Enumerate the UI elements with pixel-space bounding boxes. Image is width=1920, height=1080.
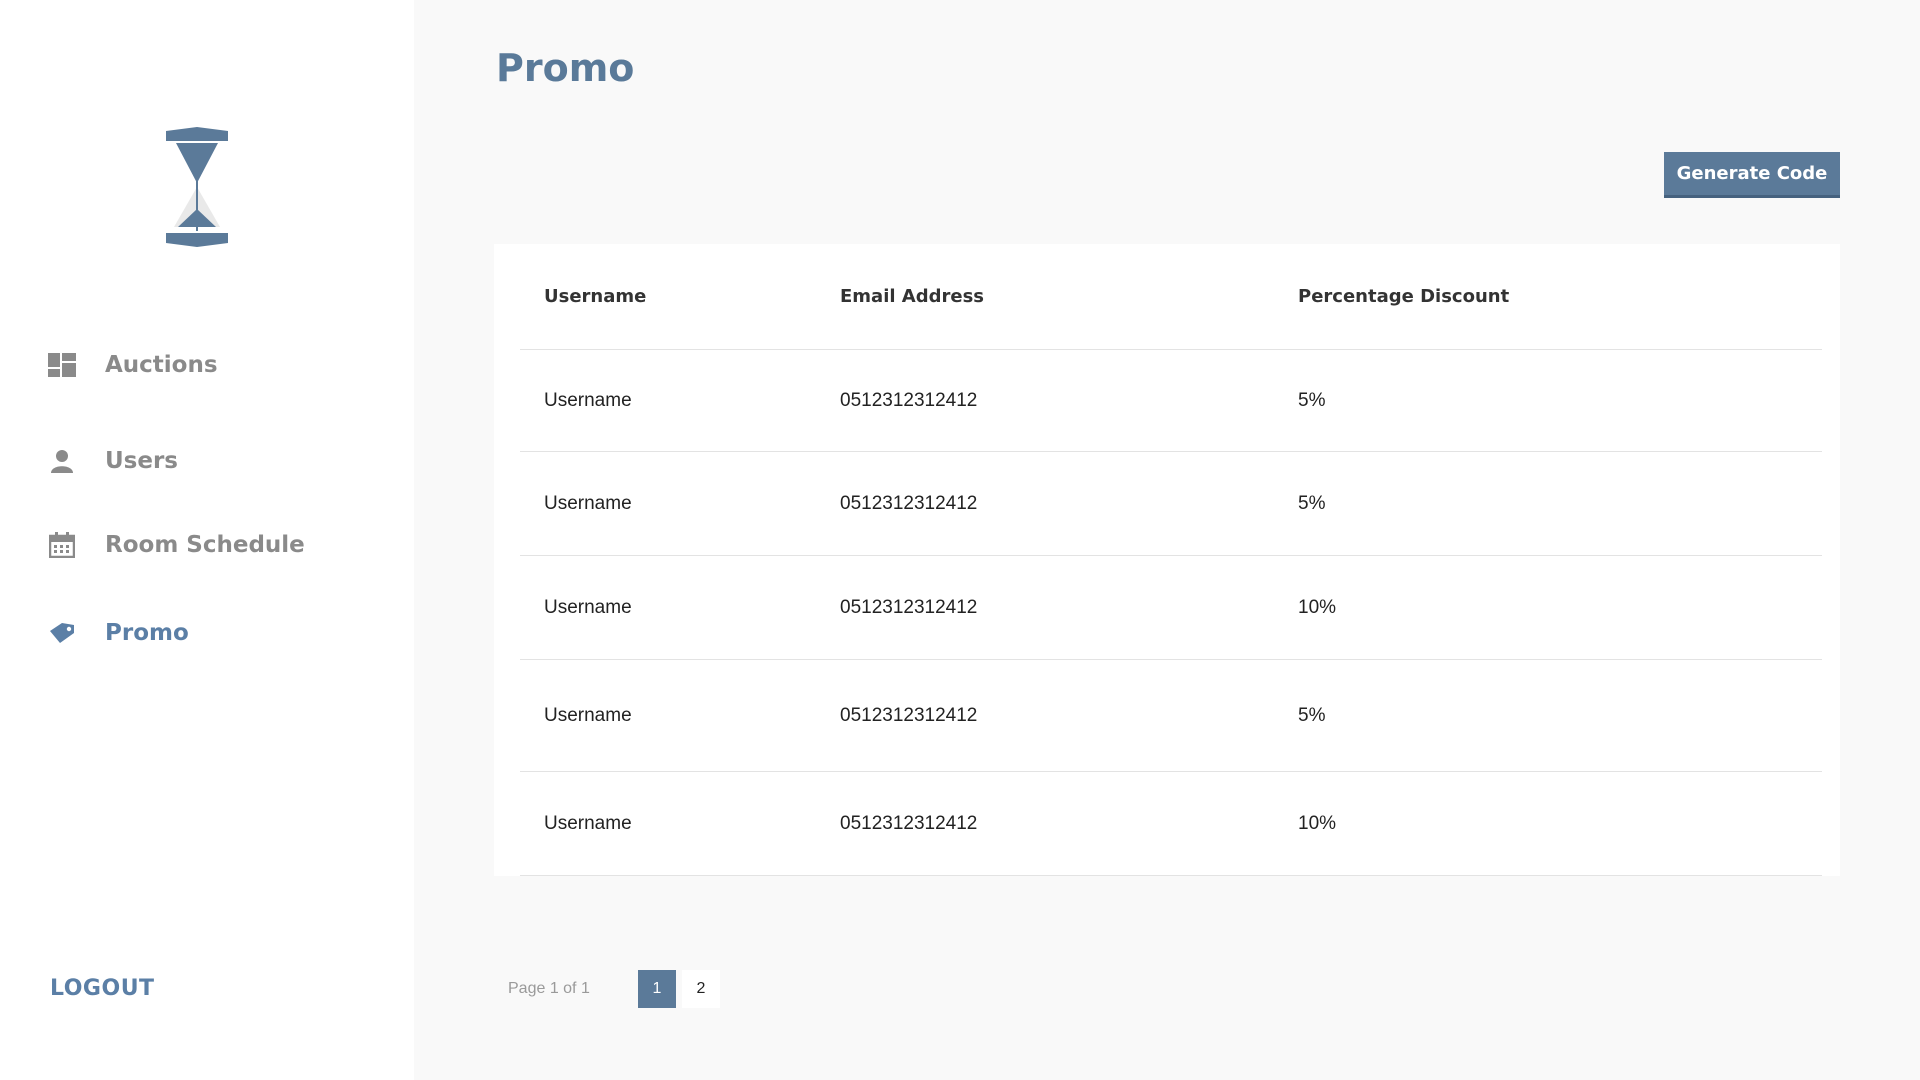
table-row[interactable]: Username 0512312312412 5% (520, 350, 1822, 452)
pagination: Page 1 of 1 1 2 (508, 970, 720, 1008)
calendar-icon (48, 531, 76, 559)
sidebar: Auctions Users Room Schedule Promo LOGOU… (0, 0, 414, 1080)
cell-discount: 5% (1298, 389, 1326, 411)
header-username: Username (544, 286, 647, 307)
table-row[interactable]: Username 0512312312412 10% (520, 556, 1822, 660)
sidebar-item-promo[interactable]: Promo (48, 613, 189, 653)
generate-code-button[interactable]: Generate Code (1664, 152, 1840, 198)
dashboard-icon (48, 351, 76, 379)
cell-username: Username (544, 704, 632, 726)
logout-link[interactable]: LOGOUT (50, 976, 155, 1001)
sidebar-item-label: Room Schedule (105, 532, 305, 558)
sidebar-item-label: Promo (105, 620, 189, 646)
cell-email: 0512312312412 (840, 596, 978, 618)
user-icon (48, 447, 76, 475)
sidebar-item-label: Users (105, 448, 178, 474)
sidebar-item-room-schedule[interactable]: Room Schedule (48, 525, 305, 565)
cell-username: Username (544, 389, 632, 411)
cell-discount: 10% (1298, 596, 1337, 618)
cell-email: 0512312312412 (840, 492, 978, 514)
promo-table: Username Email Address Percentage Discou… (494, 244, 1840, 876)
sidebar-item-auctions[interactable]: Auctions (48, 345, 218, 385)
header-discount: Percentage Discount (1298, 286, 1510, 307)
cell-email: 0512312312412 (840, 389, 978, 411)
tag-icon (48, 619, 76, 647)
page-button-2[interactable]: 2 (682, 970, 720, 1008)
page-button-1[interactable]: 1 (638, 970, 676, 1008)
table-header-row: Username Email Address Percentage Discou… (520, 244, 1822, 350)
hourglass-logo (166, 127, 228, 247)
table-row[interactable]: Username 0512312312412 10% (520, 772, 1822, 876)
cell-discount: 5% (1298, 704, 1326, 726)
pagination-summary: Page 1 of 1 (508, 980, 590, 997)
cell-username: Username (544, 812, 632, 834)
cell-discount: 10% (1298, 812, 1337, 834)
sidebar-item-label: Auctions (105, 352, 218, 378)
cell-email: 0512312312412 (840, 704, 978, 726)
table-row[interactable]: Username 0512312312412 5% (520, 452, 1822, 556)
table-row[interactable]: Username 0512312312412 5% (520, 660, 1822, 772)
cell-username: Username (544, 596, 632, 618)
sidebar-item-users[interactable]: Users (48, 441, 178, 481)
page-title: Promo (496, 46, 635, 90)
header-email: Email Address (840, 286, 985, 307)
main-content: Promo Generate Code Username Email Addre… (414, 0, 1920, 1080)
cell-username: Username (544, 492, 632, 514)
cell-discount: 5% (1298, 492, 1326, 514)
cell-email: 0512312312412 (840, 812, 978, 834)
